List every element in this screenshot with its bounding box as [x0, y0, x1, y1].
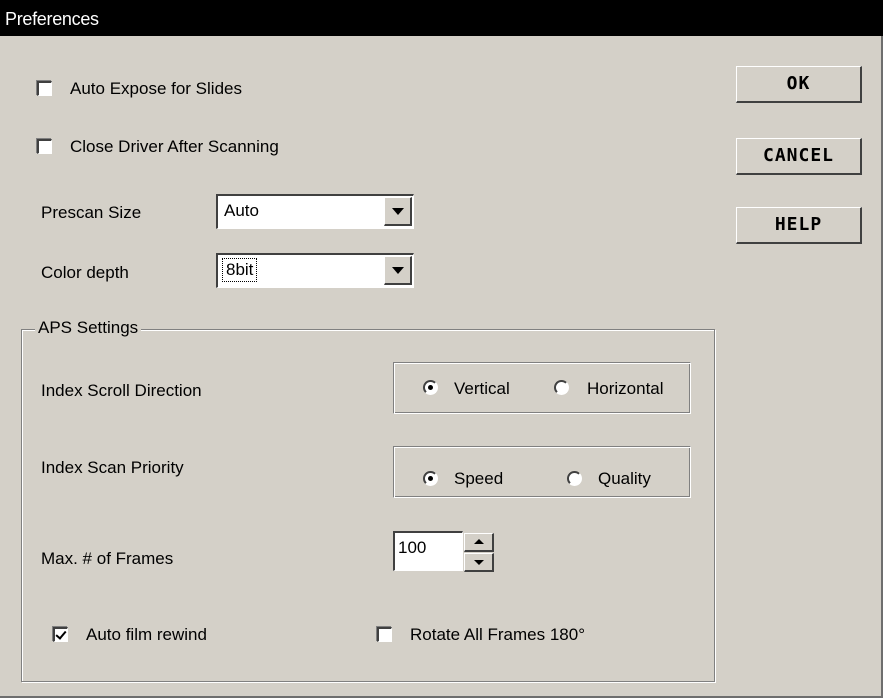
spin-up-button[interactable]	[464, 533, 494, 552]
scan-priority-radio-group: Speed Quality	[393, 446, 691, 498]
vertical-radio[interactable]	[423, 380, 438, 395]
scroll-direction-radio-group: Vertical Horizontal	[393, 362, 691, 414]
speed-radio-label[interactable]: Speed	[454, 469, 503, 489]
max-frames-input[interactable]: 100	[393, 531, 463, 571]
chevron-down-icon	[392, 208, 404, 215]
horizontal-radio[interactable]	[554, 380, 569, 395]
title-bar[interactable]: Preferences	[0, 0, 883, 36]
max-frames-value: 100	[398, 538, 427, 557]
cancel-button[interactable]: CANCEL	[736, 138, 862, 175]
spin-down-button[interactable]	[464, 553, 494, 572]
window-title: Preferences	[5, 9, 99, 29]
rotate-checkbox[interactable]	[377, 627, 392, 642]
preferences-dialog: Preferences Auto Expose for Slides Close…	[0, 0, 883, 698]
aps-settings-legend: APS Settings	[35, 318, 142, 338]
quality-radio[interactable]	[567, 471, 582, 486]
color-depth-value: 8bit	[221, 258, 258, 282]
speed-radio[interactable]	[423, 471, 438, 486]
chevron-up-icon	[474, 539, 484, 544]
ok-button[interactable]: OK	[736, 66, 862, 103]
color-depth-dropdown-button[interactable]	[384, 256, 412, 285]
auto-expose-label[interactable]: Auto Expose for Slides	[70, 79, 242, 99]
chevron-down-icon	[474, 560, 484, 565]
color-depth-select[interactable]: 8bit	[216, 253, 414, 288]
prescan-size-value: Auto	[224, 201, 259, 220]
auto-expose-checkbox[interactable]	[37, 81, 52, 96]
close-driver-checkbox[interactable]	[37, 139, 52, 154]
auto-rewind-checkbox[interactable]	[53, 627, 68, 642]
rotate-label[interactable]: Rotate All Frames 180°	[410, 625, 585, 645]
max-frames-label: Max. # of Frames	[41, 549, 174, 568]
chevron-down-icon	[392, 267, 404, 274]
quality-radio-label[interactable]: Quality	[598, 469, 651, 489]
close-driver-label[interactable]: Close Driver After Scanning	[70, 137, 279, 157]
vertical-radio-label[interactable]: Vertical	[454, 379, 510, 399]
scan-priority-label: Index Scan Priority	[41, 458, 184, 477]
prescan-size-dropdown-button[interactable]	[384, 197, 412, 226]
auto-rewind-label[interactable]: Auto film rewind	[86, 625, 207, 645]
color-depth-label: Color depth	[41, 263, 129, 282]
scroll-direction-label: Index Scroll Direction	[41, 381, 202, 400]
help-button[interactable]: HELP	[736, 207, 862, 244]
prescan-size-label: Prescan Size	[41, 203, 142, 222]
prescan-size-select[interactable]: Auto	[216, 194, 414, 229]
horizontal-radio-label[interactable]: Horizontal	[587, 379, 664, 399]
